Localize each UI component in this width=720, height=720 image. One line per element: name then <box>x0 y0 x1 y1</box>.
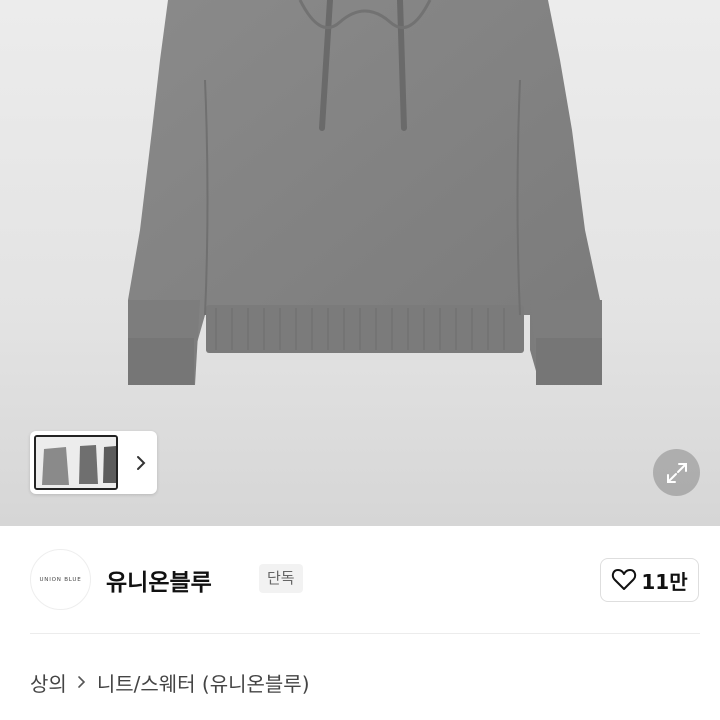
like-button[interactable]: 11만 <box>600 558 699 602</box>
product-thumbnail-set[interactable] <box>34 435 118 490</box>
exclusive-badge: 단독 <box>259 564 303 593</box>
divider <box>30 633 700 634</box>
like-count: 11만 <box>641 569 688 594</box>
expand-arrows-icon <box>666 462 687 483</box>
product-image-area[interactable] <box>0 0 720 526</box>
brand-logo[interactable]: UNION BLUE <box>30 549 91 610</box>
breadcrumb-item-top[interactable]: 상의 <box>30 668 67 697</box>
heart-outline-icon <box>612 569 637 590</box>
brand-logo-text: UNION BLUE <box>39 576 82 583</box>
brand-name[interactable]: 유니온블루 <box>106 563 212 597</box>
chevron-right-icon <box>137 456 146 470</box>
expand-image-button[interactable] <box>653 449 700 496</box>
chevron-right-icon <box>67 675 97 689</box>
breadcrumb-item-knit[interactable]: 니트/스웨터 (유니온블루) <box>97 668 310 697</box>
thumbnail-next-button[interactable] <box>130 452 152 474</box>
breadcrumb: 상의 니트/스웨터 (유니온블루) <box>30 667 310 697</box>
seller-row: UNION BLUE 유니온블루 단독 11만 <box>30 549 700 613</box>
